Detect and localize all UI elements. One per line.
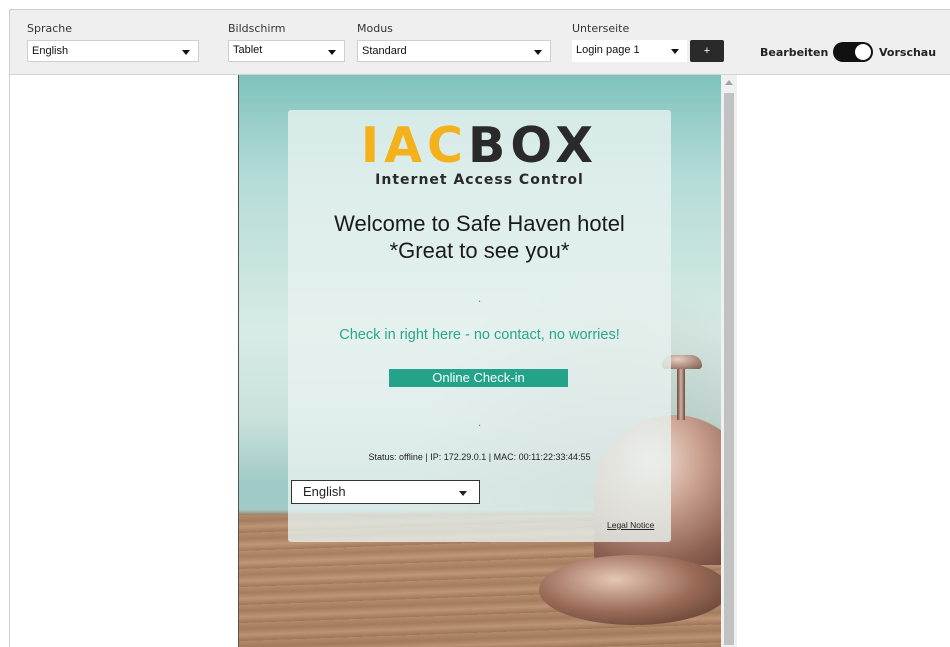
chevron-down-icon <box>534 50 542 55</box>
toolbar: Sprache English Bildschirm Tablet Modus … <box>10 10 950 75</box>
welcome-line-2: *Great to see you* <box>389 238 570 263</box>
chevron-down-icon <box>328 50 336 55</box>
mode-label: Modus <box>357 22 393 35</box>
scroll-up-icon[interactable] <box>725 80 733 85</box>
edit-mode-label: Bearbeiten <box>760 46 829 59</box>
chevron-down-icon <box>182 50 190 55</box>
online-checkin-button[interactable]: Online Check-in <box>389 369 568 387</box>
chevron-down-icon <box>671 49 679 54</box>
subpage-select[interactable]: Login page 1 <box>572 40 687 62</box>
tablet-preview: IACBOX Internet Access Control Welcome t… <box>238 75 722 647</box>
separator-dot: . <box>477 415 482 429</box>
screen-select-value: Tablet <box>233 44 263 56</box>
login-language-value: English <box>303 484 346 499</box>
welcome-line-1: Welcome to Safe Haven hotel <box>334 211 625 236</box>
subpage-select-value: Login page 1 <box>576 44 640 56</box>
mode-select-value: Standard <box>362 45 407 57</box>
screen-select[interactable]: Tablet <box>228 40 345 62</box>
status-text: Status: offline | IP: 172.29.0.1 | MAC: … <box>368 452 591 462</box>
login-panel: IACBOX Internet Access Control Welcome t… <box>288 110 671 542</box>
screen-label: Bildschirm <box>228 22 286 35</box>
preview-scrollbar[interactable] <box>721 75 737 647</box>
bell-stem <box>677 365 685 420</box>
language-select-value: English <box>32 45 69 57</box>
logo-box: BOX <box>468 117 599 174</box>
toggle-knob <box>855 44 871 60</box>
welcome-heading: Welcome to Safe Haven hotel *Great to se… <box>288 210 671 264</box>
language-select[interactable]: English <box>27 40 199 62</box>
editor-frame: Sprache English Bildschirm Tablet Modus … <box>9 9 950 647</box>
add-subpage-button[interactable]: + <box>690 40 724 62</box>
mode-select[interactable]: Standard <box>357 40 551 62</box>
iacbox-logo: IACBOX <box>288 120 671 172</box>
legal-notice-link[interactable]: Legal Notice <box>607 520 654 530</box>
scroll-thumb[interactable] <box>724 93 734 645</box>
bell-base <box>539 555 722 625</box>
edit-preview-toggle[interactable] <box>833 42 873 62</box>
login-language-select[interactable]: English <box>291 480 480 504</box>
separator-dot: . <box>477 291 482 305</box>
subpage-label: Unterseite <box>572 22 630 35</box>
checkin-text: Check in right here - no contact, no wor… <box>339 327 620 343</box>
logo-iac: IAC <box>360 117 469 174</box>
preview-mode-label: Vorschau <box>879 46 937 59</box>
chevron-down-icon <box>459 491 467 496</box>
logo-subtitle: Internet Access Control <box>375 172 584 188</box>
language-label: Sprache <box>27 22 73 35</box>
